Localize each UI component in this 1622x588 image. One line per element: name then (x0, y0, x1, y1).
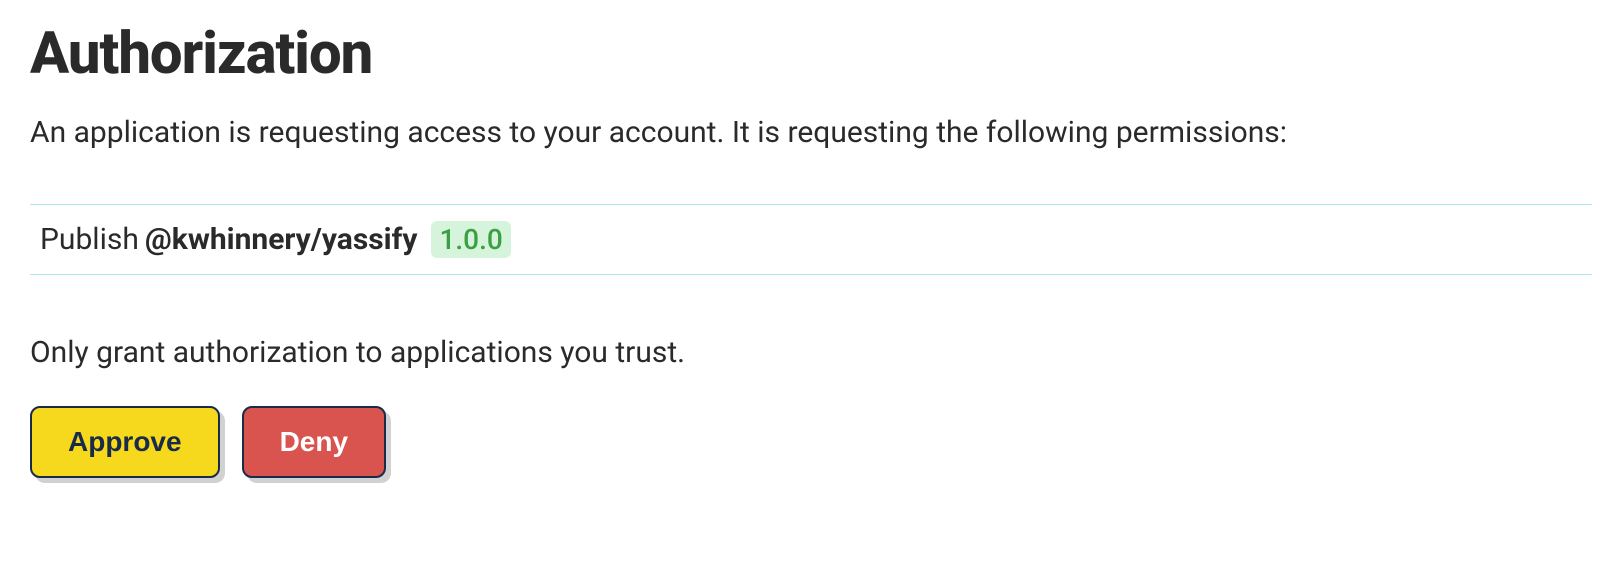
permission-action: Publish (40, 222, 139, 257)
approve-button[interactable]: Approve (30, 406, 220, 478)
permission-row: Publish @kwhinnery/yassify 1.0.0 (40, 221, 1582, 258)
trust-warning: Only grant authorization to applications… (30, 335, 1592, 370)
deny-button[interactable]: Deny (242, 406, 386, 478)
page-title: Authorization (30, 20, 1592, 88)
permission-list: Publish @kwhinnery/yassify 1.0.0 (30, 204, 1592, 275)
authorization-description: An application is requesting access to y… (30, 112, 1592, 154)
permission-package: @kwhinnery/yassify (145, 222, 418, 257)
version-badge: 1.0.0 (431, 221, 510, 258)
button-row: Approve Deny (30, 406, 1592, 478)
